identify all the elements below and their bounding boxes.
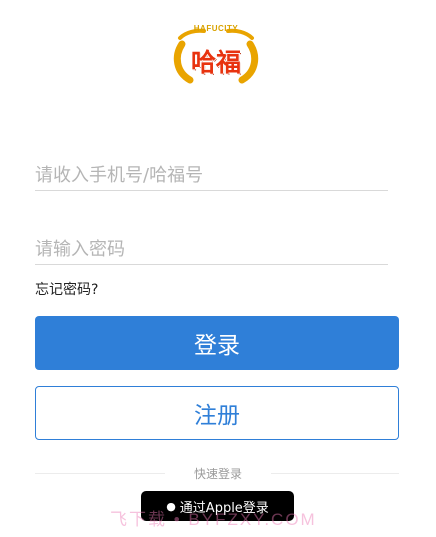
apple-icon: ● xyxy=(166,499,176,513)
phone-input[interactable] xyxy=(35,160,388,190)
quick-login-heading: 快速登录 xyxy=(0,465,436,482)
logo-text: 哈福 xyxy=(190,48,241,77)
forgot-password-link[interactable]: 忘记密码? xyxy=(35,279,98,299)
app-logo: HAFUCITY 哈福 xyxy=(168,22,264,86)
apple-login-label: 通过Apple登录 xyxy=(179,500,269,516)
password-field-container xyxy=(35,234,388,265)
password-input[interactable] xyxy=(35,234,388,264)
phone-field-container xyxy=(35,160,388,191)
quick-login-label: 快速登录 xyxy=(183,467,252,481)
register-button[interactable]: 注册 xyxy=(35,386,399,440)
logo-brand-text: HAFUCITY xyxy=(193,24,239,33)
apple-login-button[interactable]: ● 通过Apple登录 xyxy=(141,491,294,521)
login-button[interactable]: 登录 xyxy=(35,316,399,370)
